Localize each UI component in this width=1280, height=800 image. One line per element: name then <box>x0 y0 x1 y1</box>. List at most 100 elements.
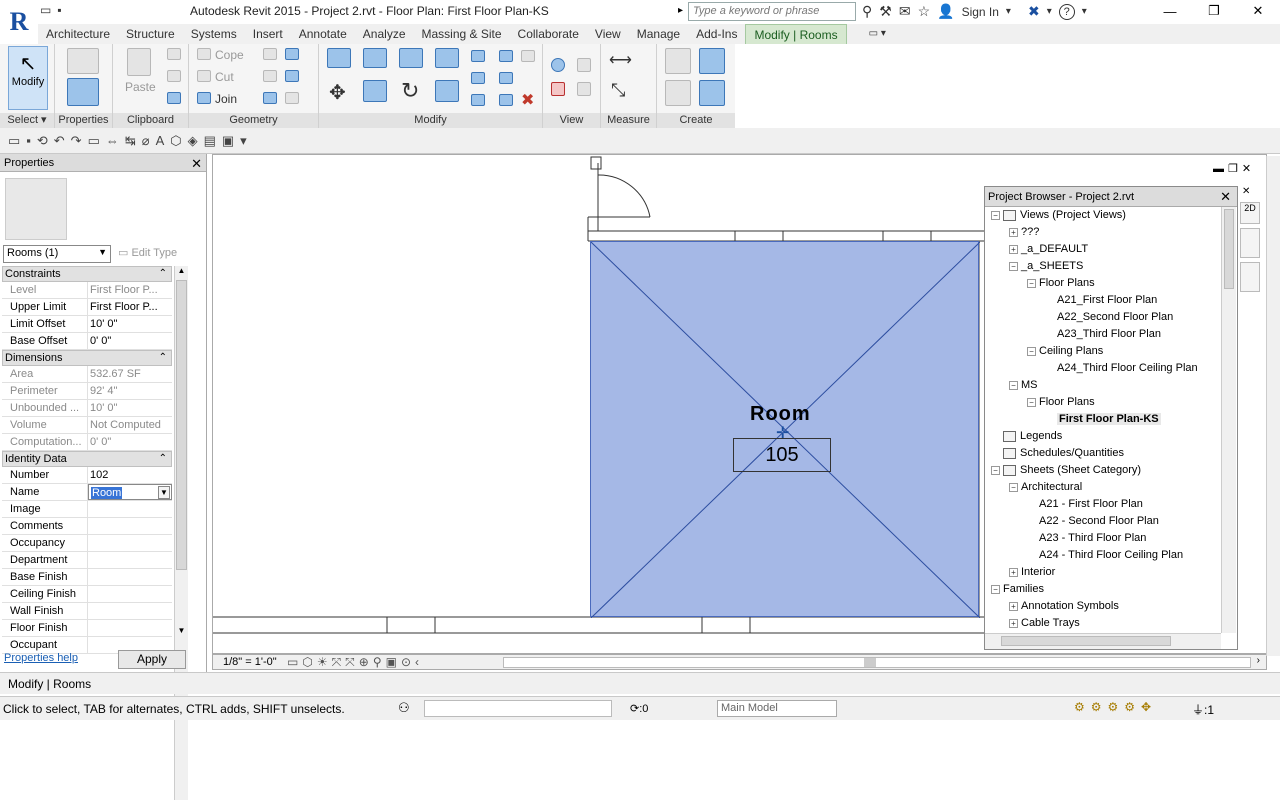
property-group-header[interactable]: Identity Data ⌃ <box>2 451 172 467</box>
tree-item[interactable]: + Interior <box>985 564 1221 581</box>
collapse-icon[interactable]: − <box>1027 397 1036 407</box>
tree-item[interactable]: Legends <box>985 428 1221 445</box>
property-value[interactable]: Room ▼ <box>88 484 172 500</box>
help-dropdown-icon[interactable]: ▾ <box>1082 6 1087 17</box>
save-icon[interactable]: ▪ <box>57 3 61 17</box>
type-properties-icon[interactable] <box>67 48 99 74</box>
project-browser-hscroll[interactable] <box>985 633 1221 649</box>
collapse-icon[interactable]: − <box>1009 482 1018 492</box>
pin-icon[interactable] <box>471 94 485 106</box>
collapse-icon[interactable]: ⌃ <box>159 452 167 466</box>
tab-analyze[interactable]: Analyze <box>355 24 414 44</box>
open-icon[interactable]: ▭ <box>40 3 51 17</box>
tree-item[interactable]: + _a_DEFAULT <box>985 241 1221 258</box>
binoculars-icon[interactable]: ⚲ <box>862 3 872 20</box>
design-options-field[interactable]: Main Model <box>717 700 837 717</box>
tree-item[interactable]: + Cable Trays <box>985 615 1221 632</box>
array-icon[interactable] <box>471 72 485 84</box>
expand-icon[interactable]: + <box>1009 618 1018 628</box>
view-control-icons[interactable]: ▭⬡☀⤧⤧⊕⚲▣⊙‹ <box>287 655 423 670</box>
collapse-icon[interactable]: − <box>991 210 1000 220</box>
sign-in-link[interactable]: Sign In <box>962 5 999 19</box>
search-expand-icon[interactable]: ▸ <box>678 5 683 16</box>
create-group-icon[interactable] <box>699 48 725 74</box>
scroll-thumb[interactable] <box>1001 636 1171 646</box>
property-value[interactable]: 0' 0" <box>88 333 172 349</box>
tree-item[interactable]: − Families <box>985 581 1221 598</box>
copy-element-icon[interactable] <box>363 80 387 102</box>
tab-systems[interactable]: Systems <box>183 24 245 44</box>
tree-item[interactable]: A24 - Third Floor Ceiling Plan <box>985 547 1221 564</box>
property-value[interactable] <box>88 518 172 534</box>
expand-icon[interactable]: + <box>1009 244 1018 254</box>
chevron-down-icon[interactable]: ▼ <box>158 486 170 499</box>
close-icon[interactable]: ✕ <box>1220 187 1231 207</box>
ribbon-minimize-icon[interactable]: ▭ ▾ <box>861 24 894 44</box>
override-graphics-icon[interactable] <box>577 58 591 72</box>
tab-modify-rooms[interactable]: Modify | Rooms <box>745 24 847 44</box>
view-window-controls[interactable]: ▬❐✕ <box>1213 162 1255 175</box>
property-value[interactable] <box>88 501 172 517</box>
restore-button[interactable]: ❐ <box>1192 0 1236 22</box>
tree-item[interactable]: First Floor Plan-KS <box>985 411 1221 428</box>
close-button[interactable]: ✕ <box>1236 0 1280 22</box>
collapse-icon[interactable]: − <box>1009 261 1018 271</box>
selection-toggle-icons[interactable]: ⚙⚙⚙⚙✥ <box>1074 700 1157 714</box>
create-similar-icon[interactable] <box>665 48 691 74</box>
tab-massing-site[interactable]: Massing & Site <box>414 24 510 44</box>
expand-icon[interactable]: + <box>1009 601 1018 611</box>
property-value[interactable] <box>88 569 172 585</box>
property-row[interactable]: Department <box>2 552 172 569</box>
property-value[interactable] <box>88 620 172 636</box>
project-browser-vscroll[interactable] <box>1221 207 1236 633</box>
filter-count[interactable]: ⏚:1 <box>1192 701 1214 718</box>
property-row[interactable]: Ceiling Finish <box>2 586 172 603</box>
active-workset-field[interactable] <box>424 700 612 717</box>
zoom-icon[interactable] <box>1240 228 1260 258</box>
property-row[interactable]: Base Offset 0' 0" <box>2 333 172 350</box>
create-parts-icon[interactable] <box>699 80 725 106</box>
exchange-dropdown-icon[interactable]: ▾ <box>1047 6 1052 17</box>
tab-manage[interactable]: Manage <box>629 24 688 44</box>
minimize-button[interactable]: — <box>1148 0 1192 22</box>
tree-item[interactable]: − Floor Plans <box>985 394 1221 411</box>
cut-geometry-icon[interactable] <box>197 70 211 82</box>
tree-item[interactable]: A23 - Third Floor Plan <box>985 530 1221 547</box>
unpin-icon[interactable] <box>521 50 535 62</box>
property-value[interactable]: 10' 0" <box>88 316 172 332</box>
split-element-icon[interactable] <box>471 50 485 62</box>
mirror-axis-icon[interactable] <box>399 48 423 68</box>
type-selector-dropdown[interactable]: Rooms (1) ▼ <box>3 245 111 263</box>
tree-item[interactable]: A21_First Floor Plan <box>985 292 1221 309</box>
collapse-icon[interactable]: − <box>1009 380 1018 390</box>
property-row[interactable]: Name Room ▼ <box>2 484 172 501</box>
communication-icon[interactable]: ✉ <box>899 3 911 20</box>
tree-item[interactable]: A22 - Second Floor Plan <box>985 513 1221 530</box>
hammer-icon[interactable] <box>285 92 299 104</box>
tab-architecture[interactable]: Architecture <box>38 24 118 44</box>
cut-icon[interactable] <box>167 48 181 60</box>
horizontal-scrollbar[interactable] <box>503 657 1251 668</box>
close-icon[interactable]: ✕ <box>191 155 202 173</box>
qat-icons[interactable]: ▭▪⟲↶↷▭⇔↹⌀A⬡◈▤▣▾ <box>8 133 253 149</box>
expand-icon[interactable]: + <box>1009 227 1018 237</box>
properties-icon[interactable] <box>67 78 99 106</box>
property-value[interactable] <box>88 586 172 602</box>
collapse-icon[interactable]: − <box>1027 278 1036 288</box>
collapse-icon[interactable]: − <box>991 584 1000 594</box>
properties-help-link[interactable]: Properties help <box>4 652 78 664</box>
nav-close-icon[interactable]: ✕ <box>1242 186 1250 197</box>
tab-insert[interactable]: Insert <box>245 24 291 44</box>
tab-structure[interactable]: Structure <box>118 24 183 44</box>
property-value[interactable] <box>88 603 172 619</box>
tree-item[interactable]: A24_Third Floor Ceiling Plan <box>985 360 1221 377</box>
paint-icon[interactable] <box>263 70 277 82</box>
linework-icon[interactable] <box>551 82 565 96</box>
scroll-up-icon[interactable]: ▲ <box>175 266 188 280</box>
property-value[interactable]: First Floor P... <box>88 299 172 315</box>
property-group-header[interactable]: Constraints ⌃ <box>2 266 172 282</box>
scale-icon[interactable] <box>499 72 513 84</box>
demolish-icon[interactable] <box>285 70 299 82</box>
scroll-down-icon[interactable]: ▼ <box>175 626 188 640</box>
scroll-right-icon[interactable]: › <box>1257 655 1260 666</box>
